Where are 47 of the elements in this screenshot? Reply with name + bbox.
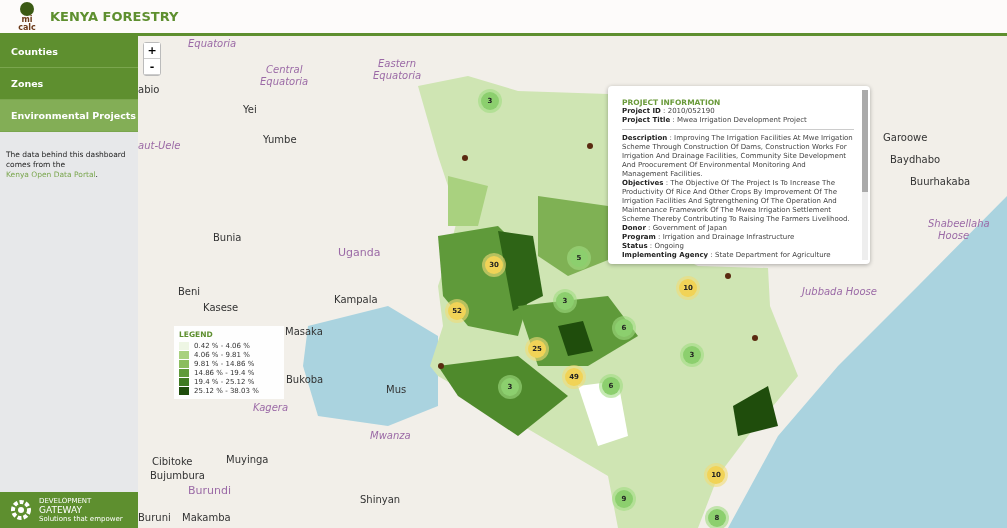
- map-place-label: Kagera: [253, 402, 289, 413]
- map-place-label: Shinyan: [360, 494, 401, 505]
- brand-text: GATEWAY: [39, 505, 83, 515]
- map-place-label: Bunia: [213, 232, 242, 243]
- map-place-label: Beni: [178, 286, 201, 297]
- map-place-label: Yei: [243, 104, 257, 115]
- map-place-label: Equatoria: [373, 70, 422, 81]
- map-place-label: Equatoria: [260, 76, 309, 87]
- map-place-label: Shabeellaha: [928, 218, 990, 229]
- map-place-label: Central: [266, 64, 303, 75]
- map-place-label: Hoose: [938, 230, 970, 241]
- map-place-label: Uganda: [338, 246, 381, 259]
- map-place-label: Cibitoke: [152, 456, 193, 467]
- project-marker-icon[interactable]: [462, 155, 468, 161]
- map-place-label: Baydhabo: [890, 154, 941, 165]
- map-place-label: Kasese: [203, 302, 239, 313]
- project-marker-icon[interactable]: [438, 363, 444, 369]
- map-place-label: Garoowe: [883, 132, 928, 143]
- map-place-label: Burundi: [188, 484, 232, 497]
- map-view[interactable]: [138, 36, 1007, 528]
- map-place-label: Equatoria: [188, 38, 237, 49]
- map-place-label: Masaka: [285, 326, 323, 337]
- scrollbar[interactable]: [862, 90, 868, 260]
- project-marker-icon[interactable]: [587, 143, 593, 149]
- map-place-label: aut-Uele: [138, 140, 181, 151]
- map-place-label: Bujumbura: [150, 470, 205, 481]
- map-place-label: abio: [138, 84, 160, 95]
- gear-logo-icon: [9, 498, 33, 522]
- map-place-label: Muyinga: [226, 454, 269, 465]
- app-title: KENYA FORESTRY: [50, 9, 179, 24]
- map-place-label: Mwanza: [370, 430, 411, 441]
- map-place-label: Eastern: [378, 58, 417, 69]
- project-marker-icon[interactable]: [725, 273, 731, 279]
- logo-text: calc: [18, 23, 36, 32]
- map-place-label: Buruni: [138, 512, 171, 523]
- sidebar-item[interactable]: Counties: [0, 36, 138, 68]
- sidebar-item[interactable]: Zones: [0, 68, 138, 100]
- map-place-label: Bukoba: [286, 374, 324, 385]
- map-place-label: Yumbe: [263, 134, 297, 145]
- project-marker-icon[interactable]: [752, 335, 758, 341]
- map-place-label: Makamba: [182, 512, 231, 523]
- zoom-in-button[interactable]: +: [144, 43, 160, 59]
- map-place-label: Jubbada Hoose: [802, 286, 877, 297]
- map-place-label: Buurhakaba: [910, 176, 971, 187]
- map-place-label: Mus: [386, 384, 407, 395]
- logo-text: mi: [21, 15, 33, 24]
- map-place-label: Kampala: [334, 294, 378, 305]
